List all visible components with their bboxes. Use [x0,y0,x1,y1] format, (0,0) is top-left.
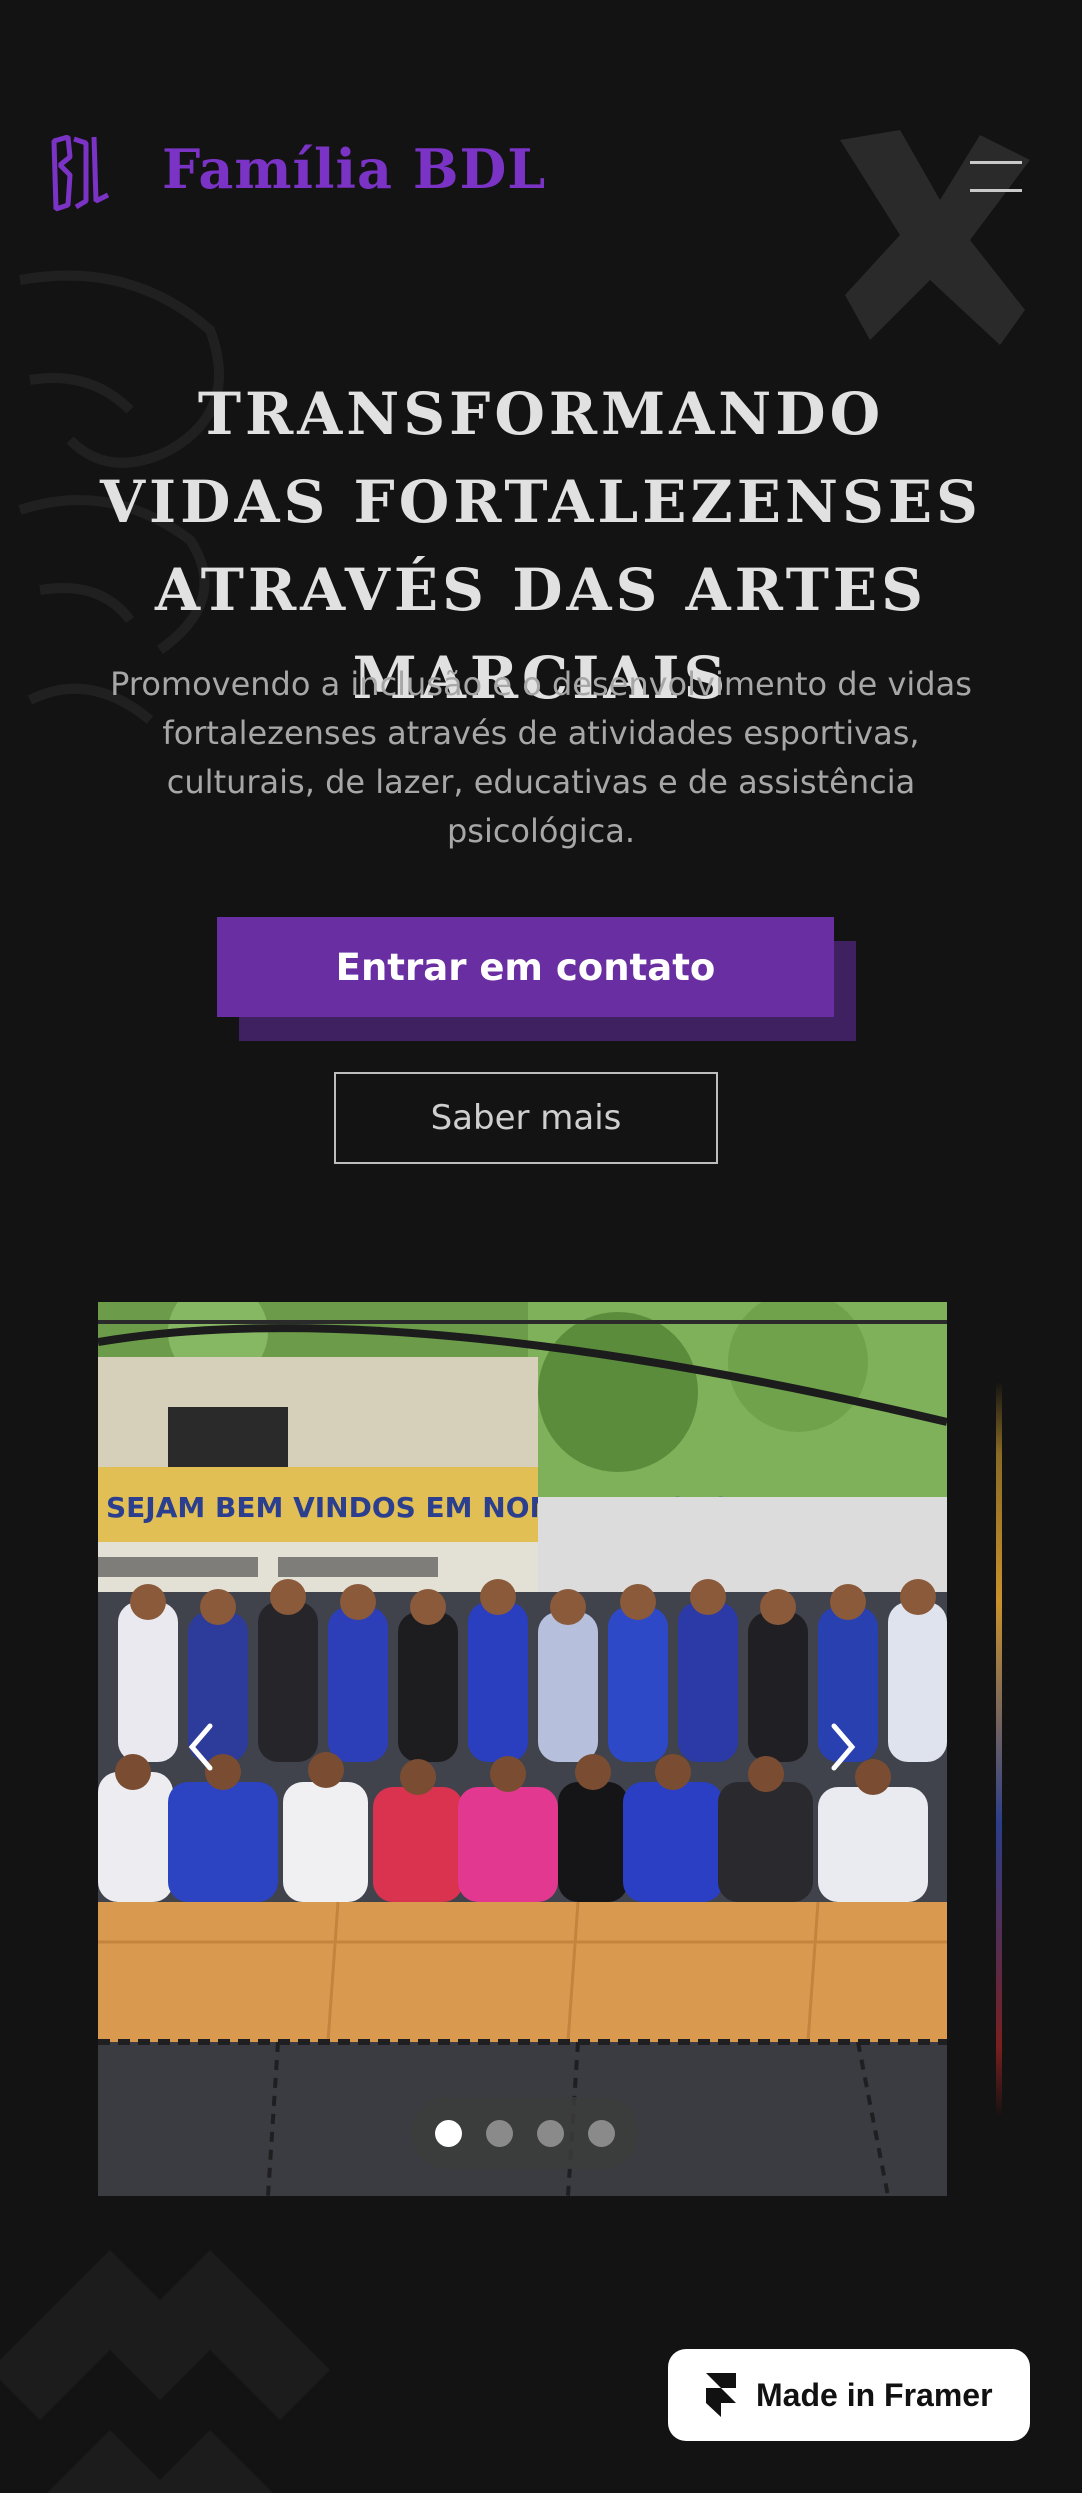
next-slide-icon[interactable] [818,1712,868,1782]
learn-more-button[interactable]: Saber mais [334,1072,718,1164]
menu-line [970,161,1022,164]
contact-button[interactable]: Entrar em contato [217,917,834,1017]
carousel-dot-4[interactable] [588,2119,615,2147]
hamburger-menu-icon[interactable] [970,157,1026,197]
badge-label: Made in Framer [756,2376,993,2413]
framer-logo-icon [706,2373,736,2417]
carousel-pagination [411,2097,639,2169]
brand-name[interactable]: Família BDL [162,137,546,201]
x-decoration-icon [0,2250,330,2493]
menu-line [970,189,1022,192]
carousel-dot-3[interactable] [537,2119,564,2147]
carousel-dot-1[interactable] [435,2119,462,2147]
carousel-dot-2[interactable] [486,2119,513,2147]
made-in-framer-badge[interactable]: Made in Framer [668,2349,1030,2441]
previous-slide-icon[interactable] [176,1712,226,1782]
site-header: Família BDL [0,95,1082,255]
contact-button-wrapper: Entrar em contato [217,917,857,1041]
next-slide-preview[interactable] [996,1380,1002,2120]
hero-subtitle: Promovendo a inclusão e o desenvolviment… [110,665,972,850]
bdl-logo-icon [51,135,110,212]
page: Família BDL Transformando vidas fortalez… [0,0,1082,2493]
photo-carousel[interactable]: SEJAM BEM VINDOS EM NOME DE JESUS [98,1302,947,2196]
